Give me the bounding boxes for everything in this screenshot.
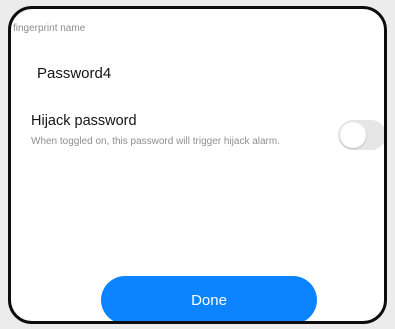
fingerprint-name-value[interactable]: Password4 [37, 65, 111, 82]
hijack-password-title: Hijack password [31, 113, 137, 129]
done-button[interactable]: Done [101, 276, 317, 321]
screen-background: fingerprint name Password4 Hijack passwo… [0, 0, 395, 329]
hijack-password-description: When toggled on, this password will trig… [31, 136, 280, 147]
section-label: fingerprint name [13, 23, 86, 34]
hijack-password-toggle[interactable] [338, 120, 384, 150]
fingerprint-name-dialog: fingerprint name Password4 Hijack passwo… [8, 6, 387, 324]
toggle-knob [340, 122, 366, 148]
